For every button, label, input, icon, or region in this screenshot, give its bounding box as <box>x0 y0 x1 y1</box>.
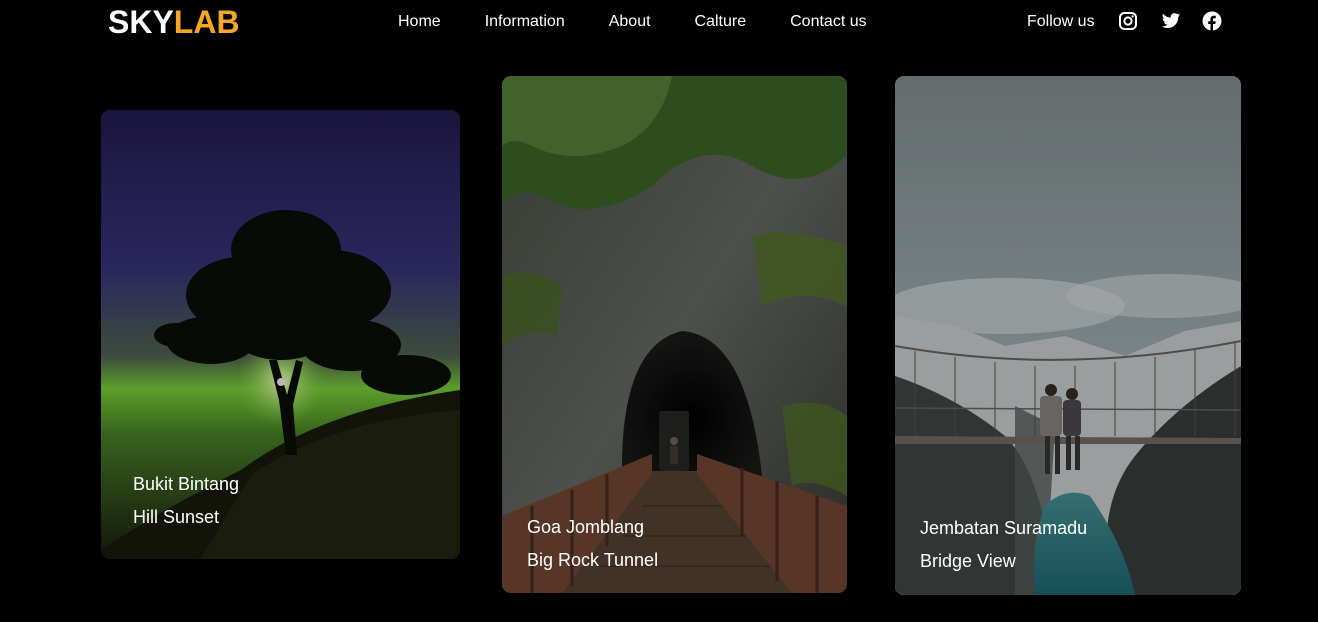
card-title: Bukit Bintang <box>133 474 240 494</box>
card-caption: Jembatan Suramadu Bridge View <box>920 512 1087 578</box>
card-caption: Goa Jomblang Big Rock Tunnel <box>527 511 658 577</box>
instagram-icon[interactable] <box>1118 11 1138 31</box>
brand-logo[interactable]: SKYLAB <box>108 4 240 41</box>
nav-information[interactable]: Information <box>485 13 565 31</box>
social-links <box>1118 11 1222 31</box>
nav-home[interactable]: Home <box>398 13 441 31</box>
card-caption: Bukit Bintang Hill Sunset <box>133 468 239 534</box>
brand-logo-part1: SKY <box>108 4 174 40</box>
card-title: Goa Jomblang <box>527 517 645 537</box>
card-subtitle: Hill Sunset <box>133 507 220 527</box>
main-nav: Home Information About Calture Contact u… <box>398 13 911 31</box>
follow-us-label: Follow us <box>1027 13 1095 30</box>
card-title: Jembatan Suramadu <box>920 518 1088 538</box>
nav-calture[interactable]: Calture <box>695 13 747 31</box>
card-subtitle: Big Rock Tunnel <box>527 550 659 570</box>
twitter-icon[interactable] <box>1160 11 1181 31</box>
brand-logo-part2: LAB <box>173 4 240 40</box>
nav-contact[interactable]: Contact us <box>790 13 866 31</box>
facebook-icon[interactable] <box>1202 11 1222 31</box>
card-subtitle: Bridge View <box>920 551 1016 571</box>
destination-card[interactable]: Jembatan Suramadu Bridge View <box>895 76 1241 595</box>
destination-card[interactable]: Goa Jomblang Big Rock Tunnel <box>502 76 847 593</box>
nav-about[interactable]: About <box>609 13 651 31</box>
destination-card[interactable]: Bukit Bintang Hill Sunset <box>101 110 460 559</box>
